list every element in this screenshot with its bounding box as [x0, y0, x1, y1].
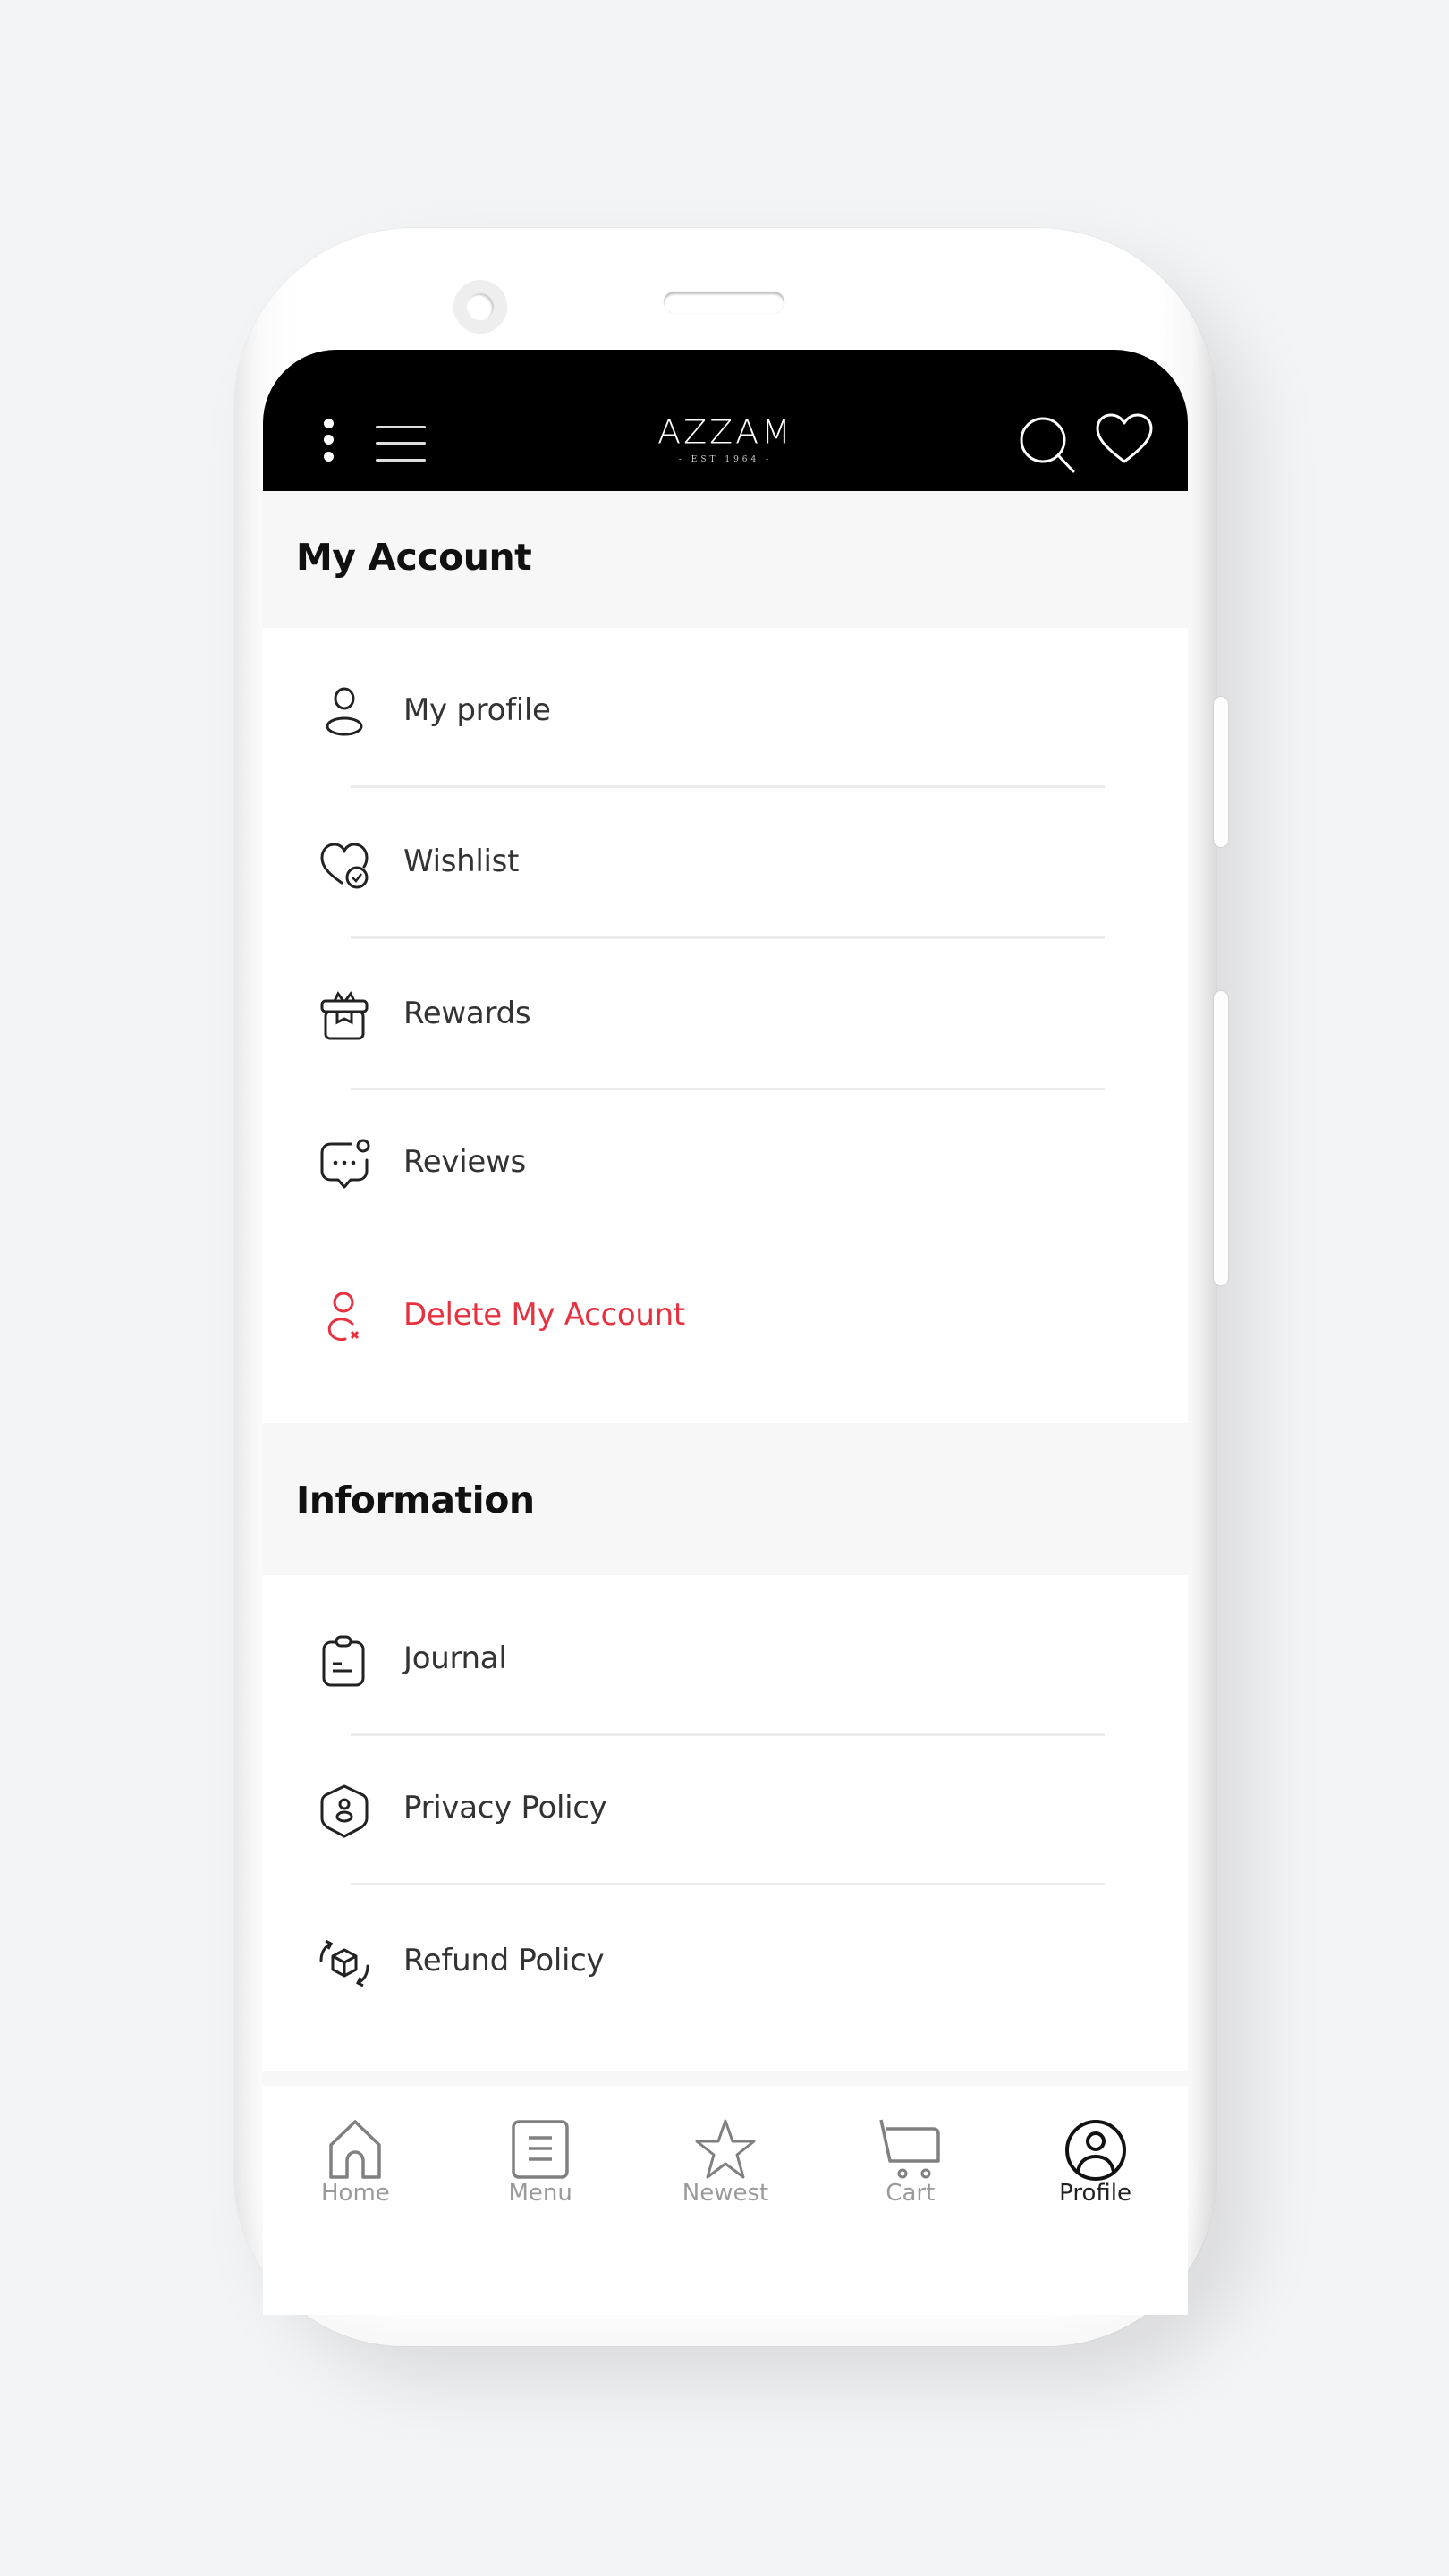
- divider: [351, 1733, 1105, 1736]
- nav-item-menu[interactable]: Menu: [448, 2086, 633, 2315]
- app-screen: AZZAM - EST 1964 - My Account My profile…: [263, 350, 1188, 2315]
- divider: [351, 1088, 1105, 1090]
- heart-icon[interactable]: [1095, 412, 1154, 470]
- nav-item-profile[interactable]: Profile: [1003, 2086, 1188, 2315]
- volume-button: [1214, 697, 1228, 847]
- divider: [351, 1883, 1105, 1885]
- front-camera: [453, 280, 507, 334]
- section-header-next: [263, 2071, 1188, 2086]
- nav-item-home[interactable]: Home: [263, 2086, 448, 2315]
- section-title: My Account: [296, 536, 532, 579]
- section-header-information: Information: [263, 1423, 1188, 1575]
- nav-label: Home: [321, 2180, 390, 2207]
- list-item-label: My profile: [403, 692, 551, 728]
- list-item-label: Journal: [403, 1640, 507, 1676]
- list-item-privacy-policy[interactable]: Privacy Policy: [263, 1767, 1188, 1847]
- nav-label: Cart: [886, 2180, 936, 2207]
- section-title: Information: [296, 1479, 535, 1521]
- home-icon: [329, 2120, 382, 2179]
- shield-user-icon: [320, 1784, 369, 1838]
- list-item-label: Delete My Account: [403, 1297, 685, 1333]
- list-item-wishlist[interactable]: Wishlist: [263, 820, 1188, 901]
- divider: [351, 936, 1105, 939]
- power-button: [1214, 991, 1228, 1285]
- user-remove-icon: [327, 1292, 360, 1342]
- list-item-rewards[interactable]: Rewards: [263, 972, 1188, 1053]
- document-list-icon: [512, 2120, 569, 2179]
- section-header-my-account: My Account: [263, 491, 1188, 628]
- nav-item-newest[interactable]: Newest: [633, 2086, 818, 2315]
- list-item-delete-account[interactable]: Delete My Account: [263, 1274, 1188, 1354]
- box-refresh-icon: [319, 1939, 369, 1987]
- nav-label: Profile: [1059, 2180, 1131, 2207]
- list-item-label: Privacy Policy: [403, 1790, 607, 1826]
- search-icon[interactable]: [1014, 412, 1077, 479]
- list-item-label: Reviews: [403, 1144, 526, 1180]
- list-item-refund-policy[interactable]: Refund Policy: [263, 1919, 1188, 2000]
- cart-icon: [879, 2119, 940, 2179]
- list-item-label: Wishlist: [403, 843, 520, 879]
- earpiece-speaker: [664, 292, 784, 313]
- nav-label: Menu: [508, 2180, 572, 2207]
- chat-bubble-icon: [320, 1139, 370, 1189]
- heart-check-icon: [320, 843, 369, 889]
- profile-circle-icon: [1064, 2120, 1126, 2181]
- nav-item-cart[interactable]: Cart: [818, 2086, 1003, 2315]
- nav-label: Newest: [682, 2180, 769, 2207]
- top-app-bar: AZZAM - EST 1964 -: [263, 350, 1188, 491]
- list-item-journal[interactable]: Journal: [263, 1617, 1188, 1698]
- user-icon: [326, 687, 363, 736]
- list-item-reviews[interactable]: Reviews: [263, 1121, 1188, 1201]
- divider: [351, 785, 1105, 788]
- clipboard-icon: [322, 1635, 365, 1687]
- list-item-label: Refund Policy: [403, 1943, 605, 1979]
- gift-icon: [320, 991, 369, 1040]
- list-item-label: Rewards: [403, 996, 531, 1031]
- list-item-my-profile[interactable]: My profile: [263, 669, 1188, 750]
- bottom-navigation: Home Menu Newest Cart Profile: [263, 2086, 1188, 2315]
- star-icon: [695, 2119, 756, 2179]
